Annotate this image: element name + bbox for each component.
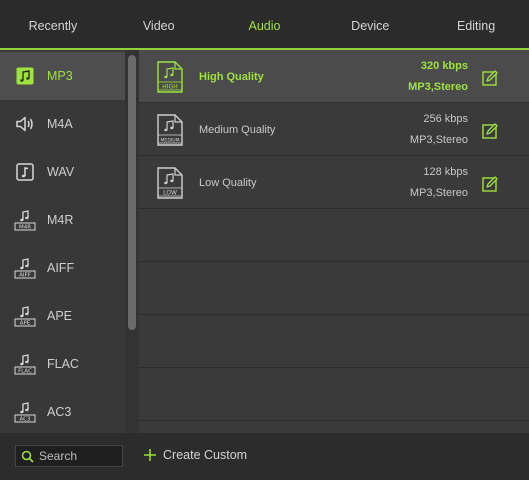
sidebar-item-aiff[interactable]: AIFF AIFF	[0, 244, 125, 292]
sidebar-item-label: WAV	[47, 165, 75, 179]
create-custom-label: Create Custom	[163, 448, 248, 462]
preset-list: HIGH High Quality 320 kbps MP3,Stereo ME…	[139, 50, 529, 433]
tab-audio[interactable]: Audio	[212, 0, 318, 48]
preset-bitrate: 320 kbps	[420, 60, 468, 72]
svg-text:FLAC: FLAC	[18, 369, 32, 375]
audio-file-icon: HIGH	[157, 61, 183, 93]
sidebar-item-flac[interactable]: FLAC FLAC	[0, 340, 125, 388]
sidebar-item-label: FLAC	[47, 357, 79, 371]
sidebar-item-label: M4R	[47, 213, 74, 227]
preset-row-medium[interactable]: MEDIUM Medium Quality 256 kbps MP3,Stere…	[139, 103, 529, 156]
svg-text:M4R: M4R	[19, 225, 31, 231]
empty-row	[139, 315, 529, 368]
empty-row	[139, 209, 529, 262]
search-icon	[21, 450, 34, 463]
sidebar-item-ac3[interactable]: AC3 AC3	[0, 388, 125, 433]
music-note-icon	[14, 161, 36, 183]
create-custom-button[interactable]: Create Custom	[143, 448, 247, 462]
svg-text:MEDIUM: MEDIUM	[160, 138, 179, 144]
preset-name: Low Quality	[199, 177, 257, 189]
svg-text:APE: APE	[20, 321, 31, 327]
format-sidebar: MP3 M4A WAV M4R M4R AIFF AIFF APE APE FL…	[0, 50, 125, 433]
audio-file-icon: LOW	[157, 167, 183, 199]
sidebar-item-label: M4A	[47, 117, 73, 131]
svg-text:HIGH: HIGH	[162, 84, 177, 91]
empty-row	[139, 368, 529, 421]
music-file-icon: M4R	[14, 209, 36, 231]
plus-icon	[143, 448, 157, 462]
scrollbar-thumb[interactable]	[128, 55, 136, 330]
edit-icon[interactable]	[482, 176, 498, 192]
speaker-icon	[14, 113, 36, 135]
empty-row	[139, 262, 529, 315]
svg-text:AIFF: AIFF	[19, 273, 31, 279]
tab-video[interactable]: Video	[106, 0, 212, 48]
sidebar-item-m4r[interactable]: M4R M4R	[0, 196, 125, 244]
tab-device[interactable]: Device	[317, 0, 423, 48]
sidebar-item-label: MP3	[47, 69, 73, 83]
sidebar-item-label: APE	[47, 309, 73, 323]
sidebar-item-m4a[interactable]: M4A	[0, 100, 125, 148]
sidebar-item-ape[interactable]: APE APE	[0, 292, 125, 340]
preset-name: High Quality	[199, 71, 264, 83]
svg-text:LOW: LOW	[163, 190, 177, 197]
edit-icon[interactable]	[482, 123, 498, 139]
preset-bitrate: 128 kbps	[423, 166, 468, 178]
bottom-bar: Create Custom	[0, 433, 529, 480]
sidebar-item-label: AIFF	[47, 261, 75, 275]
preset-row-high[interactable]: HIGH High Quality 320 kbps MP3,Stereo	[139, 50, 529, 103]
search-input[interactable]	[39, 449, 119, 463]
preset-row-low[interactable]: LOW Low Quality 128 kbps MP3,Stereo	[139, 156, 529, 209]
music-file-icon: APE	[14, 305, 36, 327]
audio-file-icon: MEDIUM	[157, 114, 183, 146]
sidebar-item-mp3[interactable]: MP3	[0, 52, 125, 100]
preset-channels: MP3,Stereo	[409, 134, 468, 146]
tab-editing[interactable]: Editing	[423, 0, 529, 48]
music-file-icon: AIFF	[14, 257, 36, 279]
sidebar-item-wav[interactable]: WAV	[0, 148, 125, 196]
music-file-icon: FLAC	[14, 353, 36, 375]
preset-channels: MP3,Stereo	[409, 187, 468, 199]
sidebar-scrollbar[interactable]	[125, 50, 139, 433]
music-note-icon	[14, 65, 36, 87]
sidebar-item-label: AC3	[47, 405, 72, 419]
svg-text:AC3: AC3	[19, 417, 31, 423]
edit-icon[interactable]	[482, 70, 498, 86]
tab-recently[interactable]: Recently	[0, 0, 106, 48]
music-file-icon: AC3	[14, 401, 36, 423]
preset-bitrate: 256 kbps	[423, 113, 468, 125]
preset-name: Medium Quality	[199, 124, 276, 136]
format-tabs: Recently Video Audio Device Editing	[0, 0, 529, 50]
search-box[interactable]	[15, 445, 123, 467]
preset-channels: MP3,Stereo	[408, 81, 468, 93]
